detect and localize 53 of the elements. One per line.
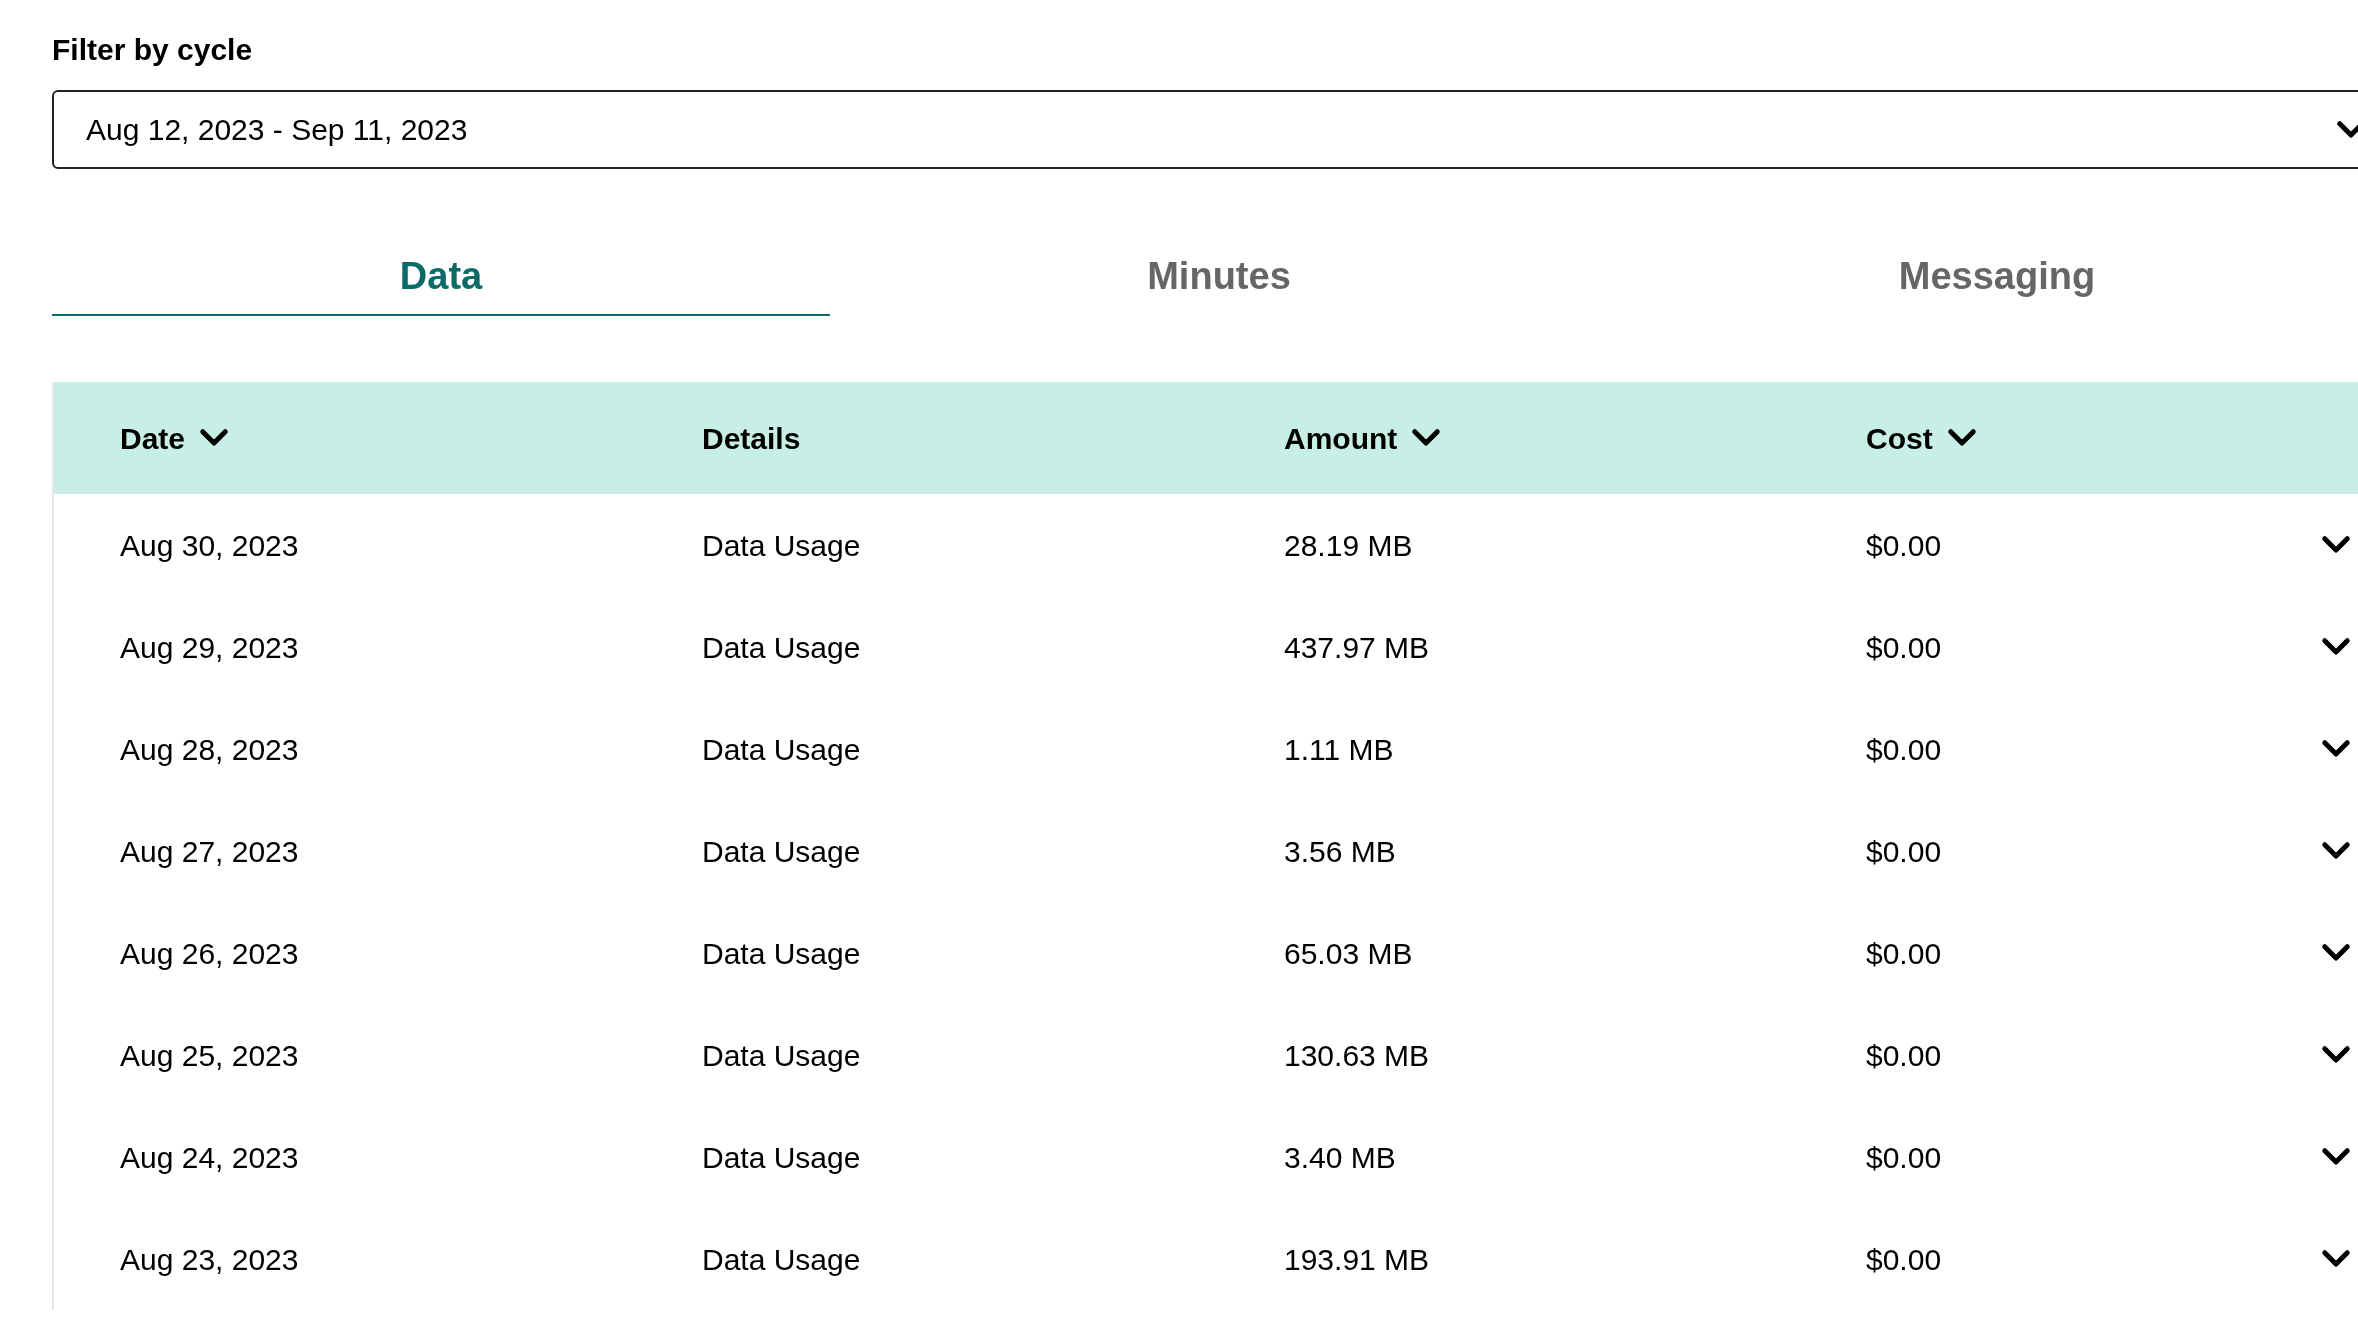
column-header[interactable]: Date xyxy=(120,415,186,461)
table-cell: Data Usage xyxy=(702,936,861,970)
table-cell: Data Usage xyxy=(702,1140,861,1174)
table-cell: Aug 24, 2023 xyxy=(120,1140,299,1174)
table-cell: $0.00 xyxy=(1866,1140,1942,1174)
chevron-down-icon xyxy=(2321,535,2351,555)
tab[interactable]: Data xyxy=(52,238,830,316)
sort-chevron-icon xyxy=(1946,428,1977,448)
sort-chevron-icon xyxy=(1411,428,1442,448)
table-cell: Data Usage xyxy=(702,732,861,766)
chevron-down-icon xyxy=(2321,1147,2351,1167)
table-cell: $0.00 xyxy=(1866,1242,1942,1276)
table-cell: $0.00 xyxy=(1866,834,1942,868)
table-cell: $0.00 xyxy=(1866,528,1942,562)
table-cell: $0.00 xyxy=(1866,1038,1942,1072)
sort-chevron-icon xyxy=(199,428,230,448)
table-cell: Aug 29, 2023 xyxy=(120,630,299,664)
table-cell: Data Usage xyxy=(702,528,861,562)
column-header: Details xyxy=(702,420,801,457)
table-cell: $0.00 xyxy=(1866,732,1942,766)
table-cell: 1.11 MB xyxy=(1284,732,1394,766)
chevron-down-icon xyxy=(2321,841,2351,861)
table-cell: 437.97 MB xyxy=(1284,630,1430,664)
table-cell: Data Usage xyxy=(702,1242,861,1276)
table-cell: Data Usage xyxy=(702,1038,861,1072)
cycle-dropdown[interactable]: Aug 12, 2023 - Sep 11, 2023 xyxy=(52,90,2358,169)
chevron-down-icon xyxy=(2321,943,2351,963)
chevron-down-icon xyxy=(2321,739,2351,759)
table-cell: 28.19 MB xyxy=(1284,528,1413,562)
tab[interactable]: Minutes xyxy=(830,238,1608,316)
chevron-down-icon xyxy=(2336,119,2358,140)
table-cell: Aug 26, 2023 xyxy=(120,936,299,970)
table-cell: 3.56 MB xyxy=(1284,834,1396,868)
column-header[interactable]: Amount xyxy=(1284,415,1398,461)
table-cell: Aug 30, 2023 xyxy=(120,528,299,562)
table-cell: 193.91 MB xyxy=(1284,1242,1430,1276)
table-cell: $0.00 xyxy=(1866,630,1942,664)
table-cell: 65.03 MB xyxy=(1284,936,1413,970)
table-cell: 3.40 MB xyxy=(1284,1140,1396,1174)
chevron-down-icon xyxy=(2321,637,2351,657)
table-cell: Data Usage xyxy=(702,834,861,868)
table-cell: Data Usage xyxy=(702,630,861,664)
table-cell: Aug 27, 2023 xyxy=(120,834,299,868)
table-cell: Aug 28, 2023 xyxy=(120,732,299,766)
table-cell: Aug 25, 2023 xyxy=(120,1038,299,1072)
table-cell: $0.00 xyxy=(1866,936,1942,970)
tab[interactable]: Messaging xyxy=(1608,238,2358,316)
chevron-down-icon xyxy=(2321,1249,2351,1269)
filter-label: Filter by cycle xyxy=(52,32,254,68)
table-cell: 130.63 MB xyxy=(1284,1038,1430,1072)
column-header[interactable]: Cost xyxy=(1866,415,1933,461)
table-cell: Aug 23, 2023 xyxy=(120,1242,299,1276)
chevron-down-icon xyxy=(2321,1045,2351,1065)
